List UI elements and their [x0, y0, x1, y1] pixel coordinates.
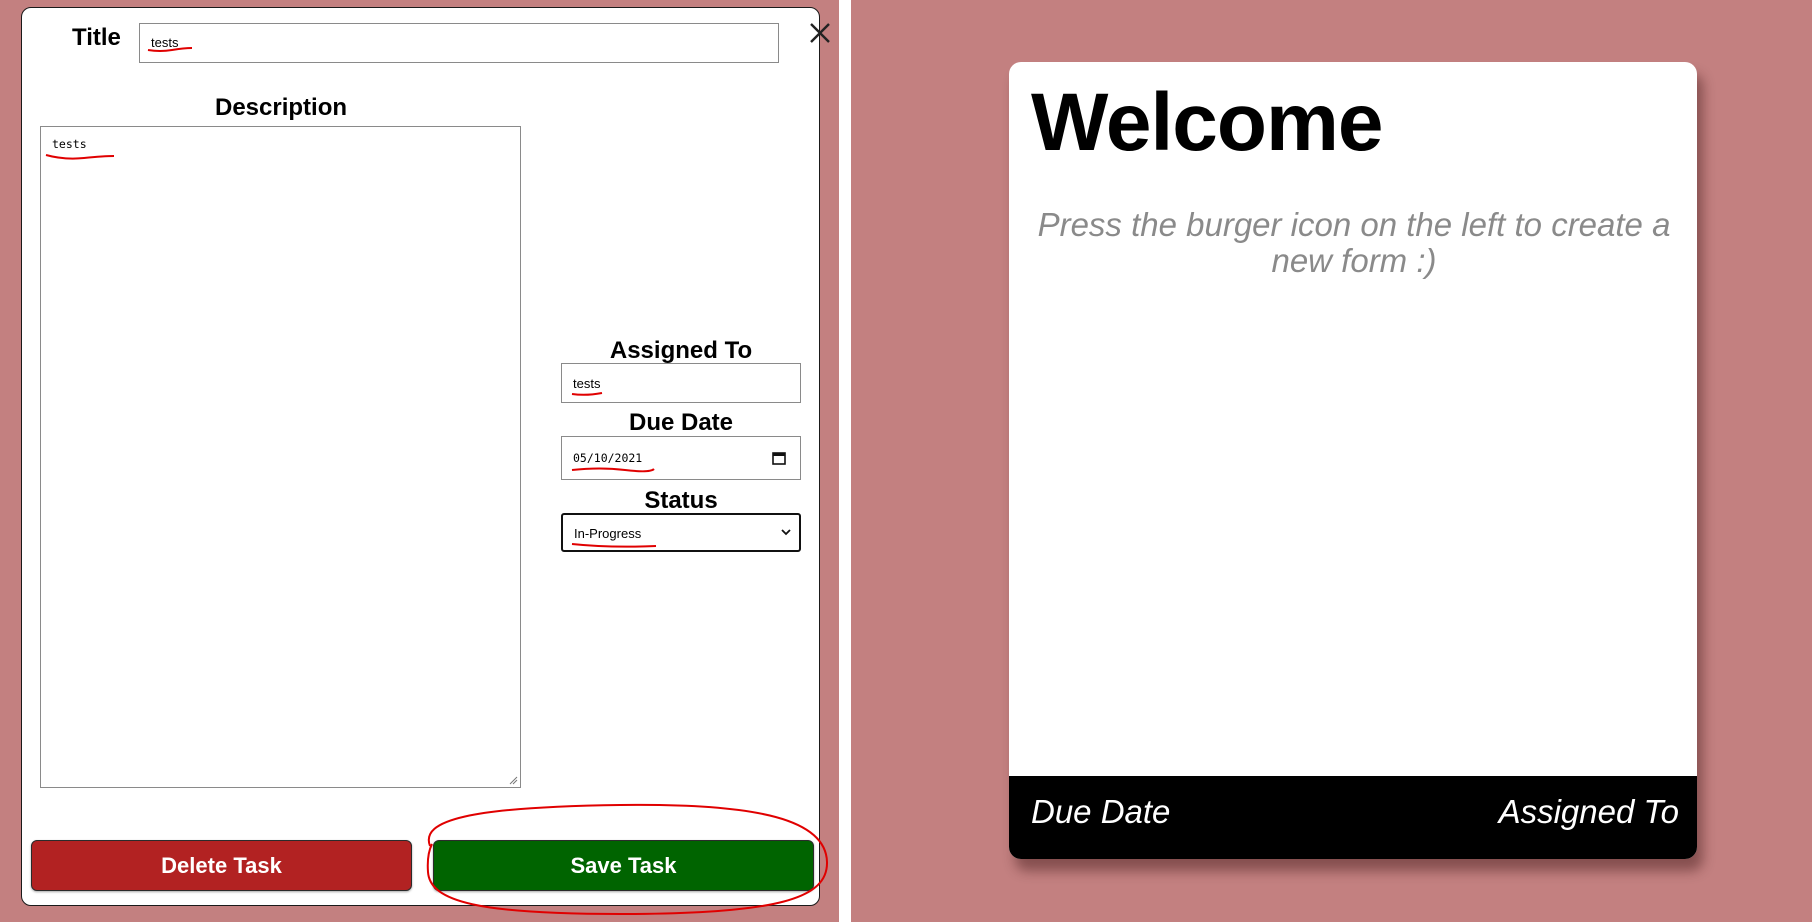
save-button-annotation-circle	[426, 803, 829, 916]
welcome-subtitle: Press the burger icon on the left to cre…	[1037, 206, 1671, 279]
welcome-title: Welcome	[1031, 77, 1384, 168]
welcome-card: Welcome Press the burger icon on the lef…	[1009, 62, 1697, 859]
card-footer: Due Date Assigned To	[1009, 776, 1697, 859]
footer-due-date: Due Date	[1031, 793, 1171, 830]
footer-assigned-to: Assigned To	[1498, 793, 1679, 830]
